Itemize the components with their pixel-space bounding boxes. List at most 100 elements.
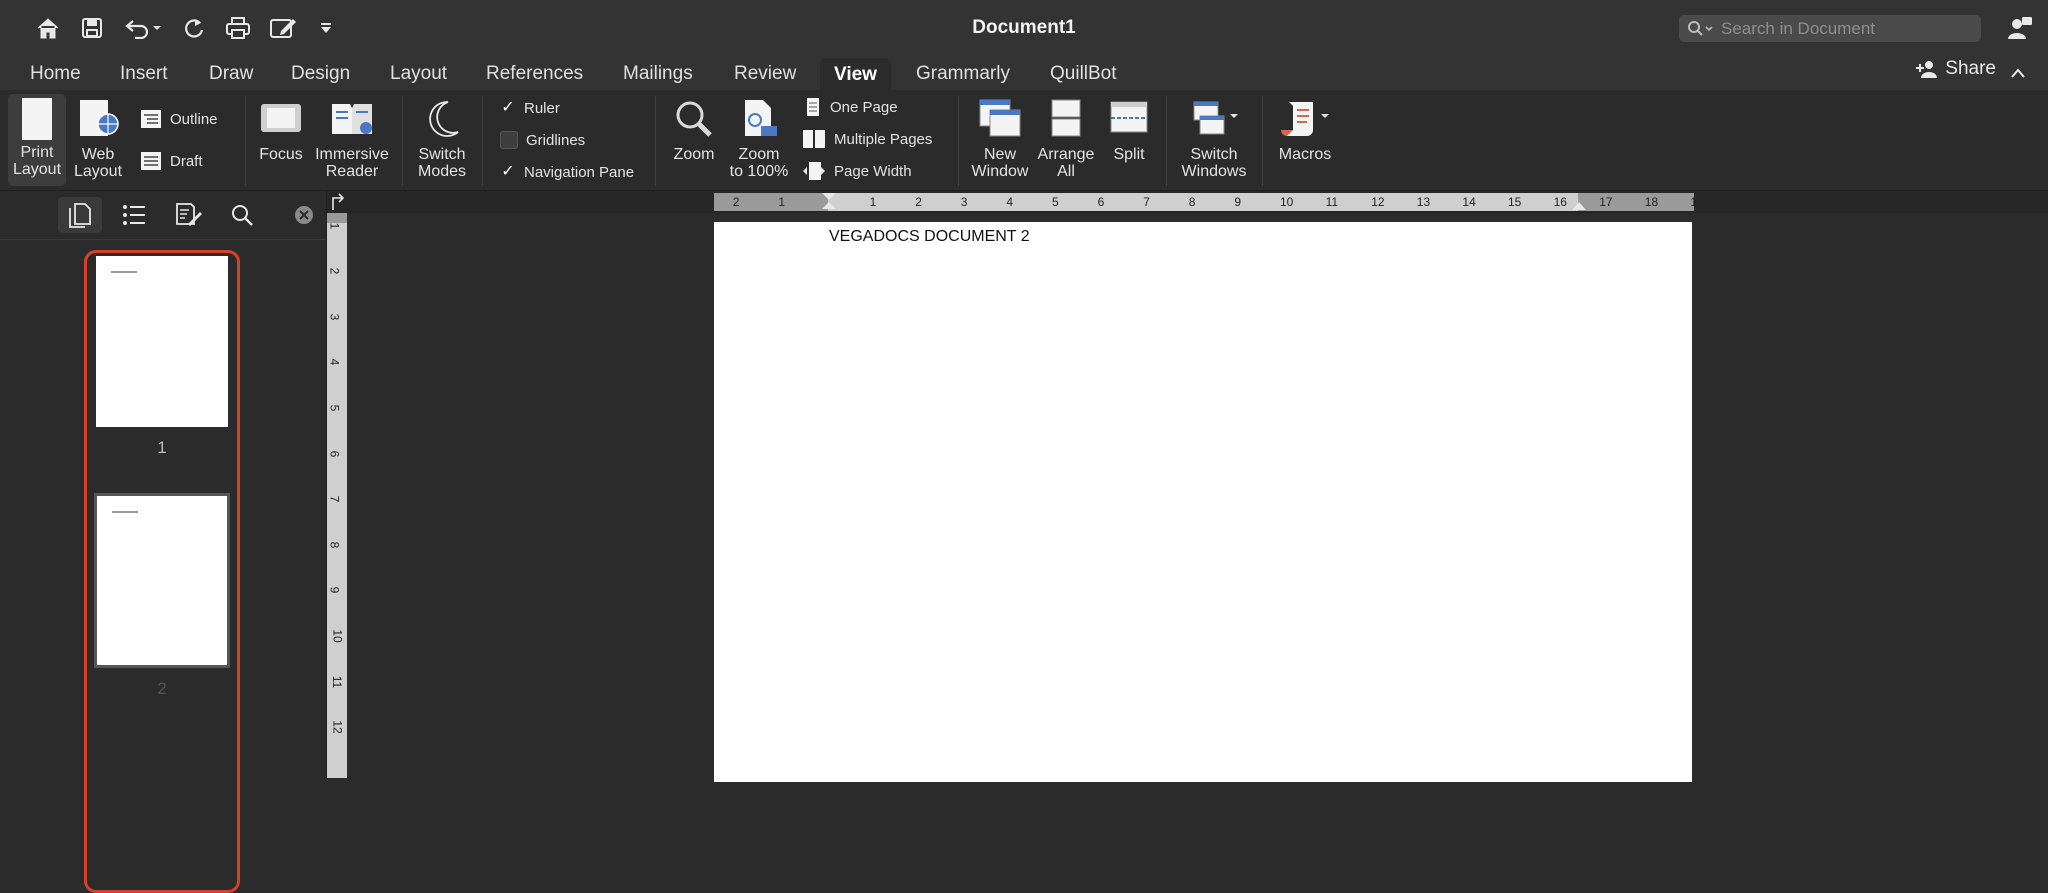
ribbon-separator [482, 96, 483, 186]
vertical-ruler-number: 2 [327, 267, 342, 275]
outline-button[interactable]: Outline [140, 108, 218, 130]
arrange-all-icon [1051, 99, 1081, 137]
new-window-button[interactable]: New Window [966, 98, 1034, 180]
web-layout-button[interactable]: Web Layout [72, 98, 124, 180]
vertical-ruler-number: 7 [327, 495, 342, 503]
ruler-number: 11 [1325, 195, 1339, 209]
page-width-button[interactable]: Page Width [802, 160, 912, 182]
split-button[interactable]: Split [1104, 98, 1154, 163]
thumbnail-text-line [111, 271, 137, 273]
print-layout-label-1: Print [20, 144, 54, 161]
comments-tab[interactable] [166, 197, 210, 233]
zoom-100-icon [745, 100, 777, 136]
focus-button[interactable]: Focus [254, 98, 308, 163]
tab-grammarly[interactable]: Grammarly [916, 60, 1010, 88]
one-page-button[interactable]: One Page [804, 96, 898, 118]
draft-label: Draft [170, 152, 203, 170]
document-heading-text[interactable]: VEGADOCS DOCUMENT 2 [829, 228, 1030, 246]
headings-tab[interactable] [112, 197, 156, 233]
tab-home[interactable]: Home [30, 60, 81, 88]
tab-quillbot[interactable]: QuillBot [1050, 60, 1117, 88]
ribbon-tabs: Home Insert Draw Design Layout Reference… [0, 56, 2048, 92]
immersive-reader-icon [332, 104, 372, 134]
horizontal-ruler[interactable]: 2 1 1 2 3 4 5 6 7 8 9 10 11 12 13 14 15 16 17 18 1 [714, 192, 1697, 212]
page-thumbnail-2[interactable] [94, 493, 230, 668]
moon-icon [429, 101, 459, 137]
ruler-checkbox[interactable]: ✓ Ruler [500, 97, 560, 119]
search-icon [232, 205, 253, 226]
navigation-pane-checkbox[interactable]: ✓ Navigation Pane [500, 161, 634, 183]
share-label: Share [1945, 58, 1996, 79]
navigation-pane-label: Navigation Pane [524, 163, 635, 181]
close-pane-button[interactable] [284, 197, 324, 233]
tab-insert[interactable]: Insert [120, 60, 168, 88]
vertical-ruler[interactable]: 1 2 3 4 5 6 7 8 9 10 11 12 [327, 213, 347, 778]
ruler-left-margin [714, 193, 828, 211]
tab-view[interactable]: View [820, 58, 891, 92]
add-person-icon [1916, 61, 1938, 78]
print-layout-button[interactable]: Print Layout [8, 94, 66, 186]
document-page[interactable]: VEGADOCS DOCUMENT 2 [714, 222, 1692, 782]
ruler-check-icon: ✓ [501, 99, 515, 116]
zoom-label: Zoom [673, 146, 715, 163]
save-icon[interactable] [76, 12, 108, 44]
gridlines-checkbox[interactable]: Gridlines [500, 129, 585, 151]
zoom-to-100-button[interactable]: Zoom to 100% [726, 98, 792, 180]
ruler-number: 8 [1188, 195, 1196, 209]
pages-icon [69, 203, 91, 228]
arrange-all-button[interactable]: Arrange All [1034, 98, 1098, 180]
thumbnails-tab[interactable] [58, 197, 102, 233]
tab-stop-icon[interactable] [327, 192, 347, 212]
collapse-ribbon-icon[interactable] [2004, 60, 2032, 86]
ruler-label: Ruler [524, 99, 560, 117]
search-input[interactable]: Search in Document [1679, 15, 1981, 42]
ruler-number: 15 [1508, 195, 1522, 209]
view-ribbon: Print Layout Web Layout Outline Draft Fo… [0, 90, 2048, 191]
print-icon[interactable] [222, 12, 254, 44]
search-tab[interactable] [220, 197, 264, 233]
ruler-number: 3 [960, 195, 968, 209]
macros-button[interactable]: Macros [1270, 98, 1340, 163]
tab-mailings[interactable]: Mailings [623, 60, 693, 88]
immersive-reader-button[interactable]: Immersive Reader [313, 98, 391, 180]
account-icon[interactable] [2004, 12, 2036, 44]
arrange-all-label-1: Arrange [1037, 146, 1095, 163]
tab-draw[interactable]: Draw [209, 60, 253, 88]
right-indent-marker-icon[interactable] [1571, 199, 1587, 211]
ruler-number: 1 [869, 195, 877, 209]
title-bar: Document1 Search in Document [0, 0, 2048, 56]
vertical-ruler-number: 12 [330, 720, 345, 734]
edit-document-icon[interactable] [266, 12, 300, 44]
split-icon [1110, 101, 1148, 133]
ruler-number: 16 [1553, 195, 1567, 209]
ruler-number: 18 [1644, 195, 1659, 209]
gridlines-label: Gridlines [526, 131, 586, 149]
home-icon[interactable] [32, 12, 64, 44]
switch-modes-button[interactable]: Switch Modes [410, 98, 474, 180]
multiple-pages-button[interactable]: Multiple Pages [802, 128, 932, 150]
ruler-number: 2 [915, 195, 922, 209]
page-thumbnail-1[interactable] [96, 256, 228, 427]
tab-design[interactable]: Design [291, 60, 350, 88]
share-button[interactable]: Share [1915, 58, 1996, 80]
ruler-number: 17 [1599, 195, 1613, 209]
switch-modes-label-2: Modes [417, 163, 467, 180]
web-layout-label-1: Web [81, 146, 115, 163]
indent-marker-icon[interactable] [820, 192, 838, 212]
undo-icon[interactable] [120, 12, 166, 44]
outline-icon [141, 110, 161, 128]
navigation-pane-check-icon: ✓ [501, 163, 515, 180]
customize-toolbar-icon[interactable] [314, 12, 338, 44]
switch-windows-icon [1193, 101, 1238, 135]
ruler-number: 7 [1143, 195, 1150, 209]
switch-windows-button[interactable]: Switch Windows [1172, 98, 1256, 180]
tab-review[interactable]: Review [734, 60, 796, 88]
tab-references[interactable]: References [486, 60, 583, 88]
tab-layout[interactable]: Layout [390, 60, 447, 88]
draft-button[interactable]: Draft [140, 150, 203, 172]
redo-icon[interactable] [178, 12, 210, 44]
zoom-button[interactable]: Zoom [668, 98, 720, 163]
vertical-ruler-number: 5 [327, 404, 342, 412]
search-icon [1688, 20, 1713, 36]
ruler-number: 12 [1371, 195, 1385, 209]
